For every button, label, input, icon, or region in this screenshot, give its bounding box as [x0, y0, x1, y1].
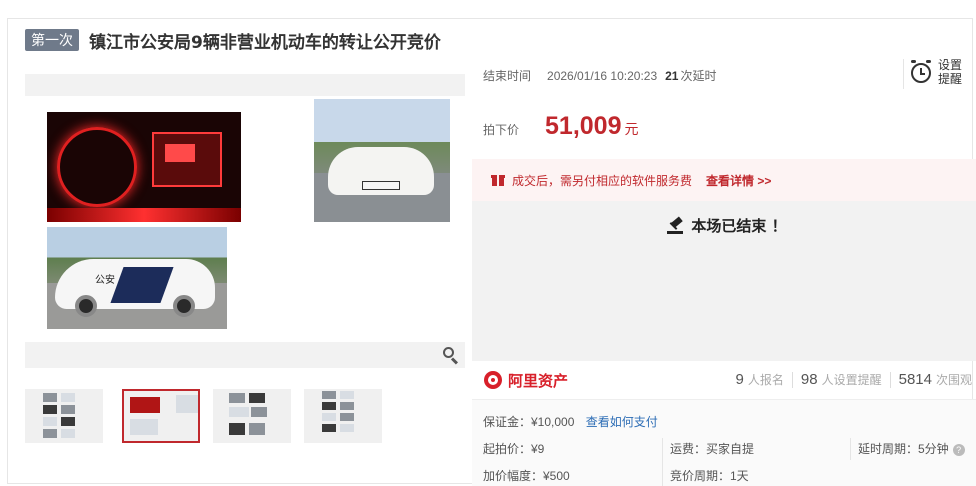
- platform-stats-bar: 阿里资产 9 人报名 98 人设置提醒 5814 次围观: [472, 361, 976, 399]
- thumbnail-2[interactable]: [122, 389, 200, 443]
- gallery-bottom-bar: [25, 342, 465, 368]
- remind-divider: [903, 59, 904, 89]
- bid-increment: 加价幅度：¥500: [483, 469, 570, 483]
- photo-car-front[interactable]: [314, 99, 450, 222]
- end-time-label: 结束时间: [483, 69, 532, 83]
- price-value: 51,009: [545, 112, 622, 140]
- price-row: 拍下价 51,009 元: [483, 112, 638, 141]
- auction-ended-message: 本场已结束 ！: [472, 215, 976, 236]
- ali-assets-logo-icon: [484, 371, 502, 389]
- delay-period: 延时周期：5分钟: [858, 442, 949, 456]
- end-time-value: 2026/01/16 10:20:23: [547, 68, 658, 83]
- price-label: 拍下价: [483, 123, 520, 137]
- platform-name: 阿里资产: [508, 371, 569, 390]
- deposit-value: 保证金：¥10,000: [483, 415, 575, 429]
- fee-details-link[interactable]: 查看详情 >>: [706, 172, 771, 189]
- service-fee-notice: 成交后，需另付相应的软件服务费 查看详情 >>: [472, 159, 976, 201]
- signup-label: 人报名: [747, 373, 784, 387]
- thumbnail-3[interactable]: [213, 389, 291, 443]
- gallery-top-bar: [25, 74, 465, 96]
- bid-period: 竞价周期：1天: [670, 469, 749, 483]
- delay-period-row: 延时周期：5分钟?: [858, 440, 965, 457]
- photo-car-side[interactable]: 公安: [47, 227, 227, 329]
- gavel-icon: [667, 215, 685, 234]
- car-side-text: 公安: [95, 275, 115, 286]
- gift-icon: [491, 174, 505, 186]
- thumbnail-4[interactable]: [304, 389, 382, 443]
- view-label: 次围观: [935, 373, 972, 387]
- auction-ended-panel: 本场已结束 ！: [472, 201, 976, 361]
- alarm-clock-icon: [910, 60, 932, 84]
- reminder-label: 人设置提醒: [821, 373, 882, 387]
- deposit-row: 保证金：¥10,000 查看如何支付: [483, 413, 658, 430]
- auction-details: 保证金：¥10,000 查看如何支付 起拍价：¥9 运费：买家自提 延时周期：5…: [472, 399, 976, 486]
- reminder-count: 98: [800, 371, 818, 388]
- delay-suffix: 次延时: [680, 69, 717, 83]
- shipping: 运费：买家自提: [670, 442, 755, 456]
- stat-group: 9 人报名 98 人设置提醒 5814 次围观: [736, 371, 972, 388]
- set-reminder-label: 设置提醒: [938, 58, 963, 86]
- auction-ended-text: 本场已结束 ！: [691, 217, 787, 235]
- service-fee-text: 成交后，需另付相应的软件服务费: [512, 173, 693, 188]
- signup-count: 9: [735, 371, 744, 388]
- price-unit: 元: [624, 121, 639, 137]
- auction-card: 第一次 镇江市公安局9辆非营业机动车的转让公开竞价 公安 结束时间 2026/0…: [7, 18, 976, 486]
- end-time-row: 结束时间 2026/01/16 10:20:23 21 次延时: [483, 67, 717, 84]
- help-icon[interactable]: ?: [952, 443, 965, 456]
- photo-dashboard[interactable]: [47, 112, 241, 222]
- photo-gallery[interactable]: 公安: [25, 74, 465, 368]
- delay-count: 21: [665, 68, 679, 83]
- zoom-icon[interactable]: [443, 347, 459, 365]
- round-badge: 第一次: [25, 29, 79, 51]
- title-row: 第一次 镇江市公安局9辆非营业机动车的转让公开竞价: [25, 27, 441, 53]
- deposit-payment-link[interactable]: 查看如何支付: [586, 415, 658, 429]
- thumbnail-strip: [25, 389, 465, 445]
- thumbnail-1[interactable]: [25, 389, 103, 443]
- start-price: 起拍价：¥9: [483, 442, 545, 456]
- page-title: 镇江市公安局9辆非营业机动车的转让公开竞价: [89, 32, 441, 53]
- set-reminder-button[interactable]: 设置提醒: [910, 58, 964, 86]
- view-count: 5814: [898, 371, 932, 388]
